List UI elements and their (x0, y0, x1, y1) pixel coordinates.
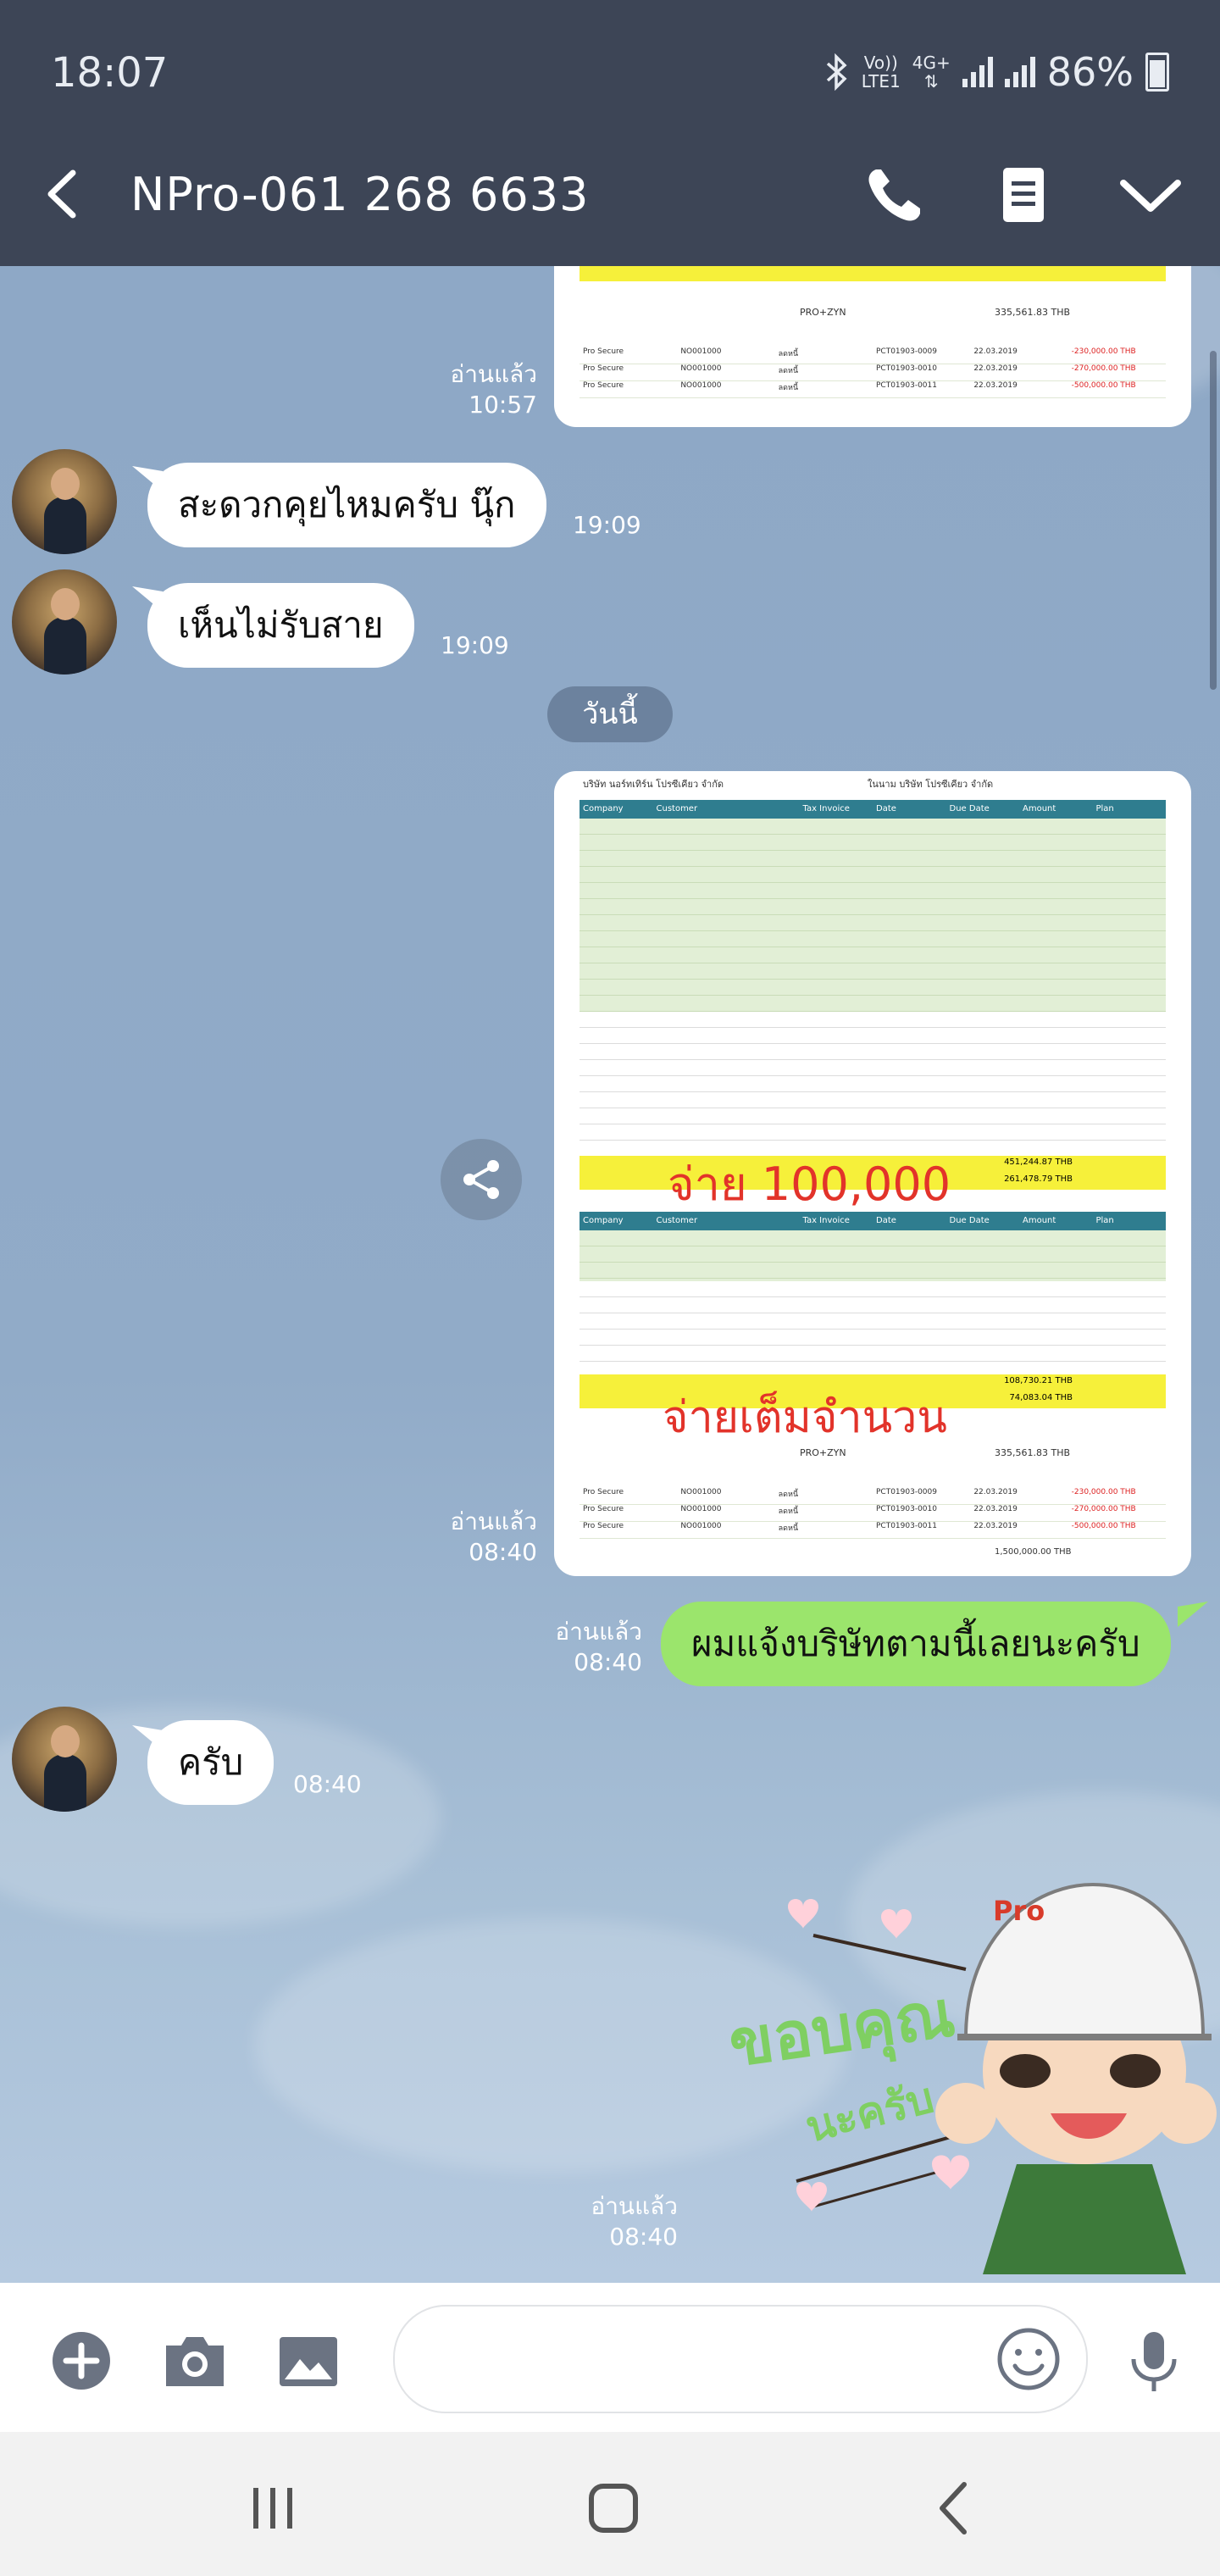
battery-icon (1145, 53, 1169, 92)
annotation: จ่าย 100,000 (668, 1158, 951, 1211)
message-time: 19:09 (441, 631, 509, 659)
annotation: จ่ายเต็มจำนวน (663, 1392, 947, 1443)
signal-icon-2 (1004, 57, 1035, 87)
sheet-header: Company Customer Tax Invoice Date Due Da… (580, 800, 1166, 819)
sheet-header: Company Customer Tax Invoice Date Due Da… (580, 1212, 1166, 1230)
status-icons: Vo)) LTE1 4G+ ⇅ 86% (824, 49, 1169, 95)
spreadsheet-rows: Pro Secure NO001000 ลดหนี้ PCT01903-0009 22.… (580, 1488, 1166, 1539)
camera-icon[interactable] (161, 2327, 229, 2395)
message-bubble[interactable]: ผมแจ้งบริษัทตามนี้เลยนะครับ (661, 1602, 1171, 1686)
sticker[interactable]: Pro ขอบคุณ นะครับ (712, 1825, 1220, 2274)
chat-title[interactable]: NPro-061 268 6633 (130, 168, 589, 221)
avatar[interactable] (12, 1707, 117, 1812)
message-input[interactable] (393, 2305, 1088, 2413)
share-icon[interactable] (441, 1139, 522, 1220)
scrollbar[interactable] (1210, 351, 1217, 690)
message-meta: อ่านแล้ว 08:40 (591, 2192, 678, 2251)
battery-percent: 86% (1046, 49, 1134, 95)
spreadsheet-2: Company Customer Tax Invoice Date Due Da… (580, 1212, 1166, 1408)
status-bar: 18:07 Vo)) LTE1 4G+ ⇅ 86% (0, 0, 1220, 124)
chat-area[interactable]: อ่านแล้ว 10:57 PRO+ZYN 335,561.83 THB Pr… (0, 266, 1220, 2283)
sheet-rows-green (580, 819, 1166, 1012)
message-time: 08:40 (293, 1770, 362, 1798)
emoji-icon[interactable] (993, 2323, 1064, 2395)
sheet-rows-white (580, 1012, 1166, 1156)
bubble-tail (1178, 1602, 1208, 1627)
input-bar (0, 2283, 1220, 2432)
spreadsheet-rows: Pro Secure NO001000 ลดหนี้ PCT01903-0009 22.… (580, 347, 1166, 398)
volte-indicator: Vo)) LTE1 (861, 53, 901, 92)
message-bubble[interactable]: เห็นไม่รับสาย (147, 583, 414, 668)
image-message[interactable]: PRO+ZYN 335,561.83 THB Pro Secure NO00100… (554, 266, 1191, 427)
message-bubble[interactable]: สะดวกคุยไหมครับ นุ๊ก (147, 463, 546, 547)
system-nav-bar (0, 2432, 1220, 2576)
chat-header: NPro-061 268 6633 (0, 124, 1220, 266)
home-icon[interactable] (580, 2474, 647, 2542)
plus-circle-icon[interactable] (47, 2327, 115, 2395)
message-meta: อ่านแล้ว 10:57 (450, 360, 537, 419)
message-time: 19:09 (573, 511, 641, 539)
status-time: 18:07 (51, 49, 169, 97)
back-icon[interactable] (920, 2474, 988, 2542)
image-icon[interactable] (274, 2327, 342, 2395)
avatar[interactable] (12, 449, 117, 554)
avatar[interactable] (12, 569, 117, 675)
chevron-left-icon[interactable] (39, 164, 90, 224)
message-bubble[interactable]: ครับ (147, 1720, 274, 1805)
spreadsheet: Company Customer Tax Invoice Date Due Da… (580, 800, 1166, 1190)
image-message[interactable]: บริษัท นอร์ทเทิร์น โปรซีเคียว จำกัด ในนา… (554, 771, 1191, 1576)
bluetooth-icon (826, 53, 847, 91)
network-type: 4G+ ⇅ (912, 53, 951, 92)
signal-icon (962, 57, 993, 87)
message-text-field[interactable] (420, 2332, 966, 2384)
phone-icon[interactable] (861, 161, 929, 229)
message-meta: อ่านแล้ว 08:40 (555, 1618, 642, 1676)
chevron-down-icon[interactable] (1117, 161, 1184, 229)
recent-apps-icon[interactable] (239, 2474, 307, 2542)
microphone-icon[interactable] (1120, 2327, 1188, 2395)
sticker-brand: Pro (993, 1895, 1045, 1927)
message-meta: อ่านแล้ว 08:40 (450, 1507, 537, 1566)
date-divider: วันนี้ (547, 686, 673, 742)
note-icon[interactable] (990, 161, 1057, 229)
